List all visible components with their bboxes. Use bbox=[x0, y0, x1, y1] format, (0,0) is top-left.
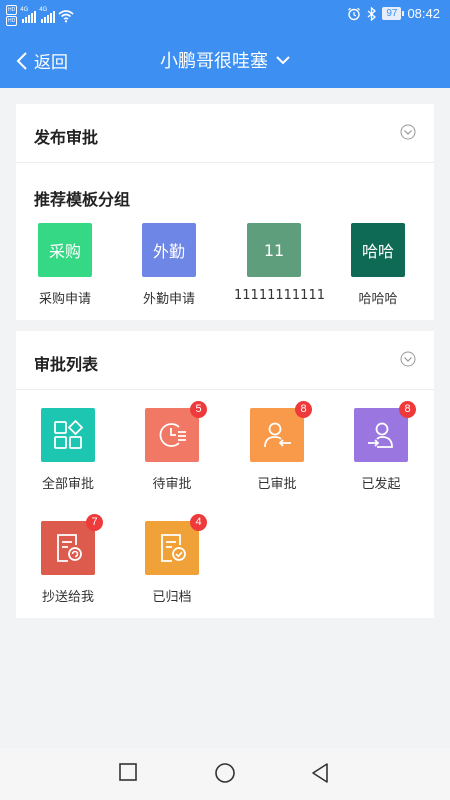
template-icon: 哈哈 bbox=[351, 223, 405, 277]
approval-item-archived[interactable]: 4 已归档 bbox=[132, 514, 212, 605]
approval-list-card: 审批列表 全部审批 5 待审批 8 已审批 8 已发起 7 抄送给我 4 已归档 bbox=[16, 331, 434, 618]
title-text: 小鹏哥很哇塞 bbox=[160, 51, 268, 72]
publish-approval-header[interactable]: 发布审批 bbox=[16, 104, 434, 163]
template-label: 11111111111 bbox=[234, 288, 325, 303]
approval-item-label: 全部审批 bbox=[41, 477, 94, 492]
approval-item-label: 已发起 bbox=[361, 477, 401, 492]
template-group-title: 推荐模板分组 bbox=[34, 190, 131, 209]
doc-check-icon: 4 bbox=[145, 514, 207, 575]
section-title: 发布审批 bbox=[34, 128, 99, 147]
clock: 08:42 bbox=[407, 6, 440, 21]
alarm-icon bbox=[348, 7, 361, 20]
approval-item-initiated[interactable]: 8 已发起 bbox=[341, 401, 421, 492]
wifi-icon bbox=[58, 9, 74, 22]
apps-grid-icon bbox=[41, 408, 95, 462]
template-icon: 11 bbox=[247, 223, 301, 277]
user-return-icon: 8 bbox=[250, 401, 312, 462]
template-item[interactable]: 11 11111111111 bbox=[234, 223, 325, 303]
battery-icon: 97 bbox=[382, 7, 405, 20]
system-nav-bar bbox=[0, 748, 450, 800]
section-title: 审批列表 bbox=[34, 355, 99, 374]
count-badge: 8 bbox=[399, 401, 416, 418]
bluetooth-icon bbox=[367, 6, 377, 21]
hd-icon: HD HD bbox=[6, 5, 18, 26]
status-bar: HD HD 4G 4G 97 08:42 bbox=[0, 0, 450, 32]
approval-item-label: 抄送给我 bbox=[41, 590, 94, 605]
publish-approval-card: 发布审批 推荐模板分组 采购 采购申请 外勤 外勤申请 11 111111111… bbox=[16, 104, 434, 320]
collapse-chevron-icon bbox=[400, 124, 416, 140]
approval-item-label: 已归档 bbox=[152, 590, 192, 605]
signal-icon: 4G bbox=[20, 7, 37, 23]
template-label: 哈哈哈 bbox=[358, 292, 398, 307]
collapse-chevron-icon bbox=[400, 351, 416, 367]
approval-item-cc[interactable]: 7 抄送给我 bbox=[28, 514, 108, 605]
template-item[interactable]: 哈哈 哈哈哈 bbox=[338, 223, 418, 307]
approval-list-header[interactable]: 审批列表 bbox=[16, 331, 434, 390]
page-title: 小鹏哥很哇塞 bbox=[0, 47, 450, 73]
count-badge: 8 bbox=[295, 401, 312, 418]
clock-list-icon: 5 bbox=[145, 401, 207, 462]
doc-cc-icon: 7 bbox=[41, 514, 103, 575]
signal-icon: 4G bbox=[39, 7, 56, 23]
recent-apps-icon[interactable] bbox=[118, 762, 138, 782]
template-label: 采购申请 bbox=[38, 292, 91, 307]
template-item[interactable]: 采购 采购申请 bbox=[25, 223, 105, 307]
user-send-icon: 8 bbox=[354, 401, 416, 462]
home-icon[interactable] bbox=[214, 762, 236, 784]
count-badge: 4 bbox=[190, 514, 207, 531]
template-item[interactable]: 外勤 外勤申请 bbox=[129, 223, 209, 307]
approval-item-approved[interactable]: 8 已审批 bbox=[237, 401, 317, 492]
chevron-down-icon bbox=[276, 55, 290, 64]
approval-item-label: 待审批 bbox=[152, 477, 192, 492]
nav-bar: 返回 小鹏哥很哇塞 bbox=[0, 32, 450, 88]
approval-item-label: 已审批 bbox=[257, 477, 297, 492]
back-triangle-icon[interactable] bbox=[310, 762, 330, 784]
network-indicators: HD HD 4G 4G bbox=[6, 5, 74, 26]
title-dropdown[interactable]: 小鹏哥很哇塞 bbox=[160, 47, 290, 73]
count-badge: 7 bbox=[86, 514, 103, 531]
approval-item-pending[interactable]: 5 待审批 bbox=[132, 401, 212, 492]
count-badge: 5 bbox=[190, 401, 207, 418]
status-right: 97 08:42 bbox=[347, 6, 440, 21]
template-icon: 外勤 bbox=[142, 223, 196, 277]
template-icon: 采购 bbox=[38, 223, 92, 277]
template-label: 外勤申请 bbox=[142, 292, 195, 307]
approval-item-all[interactable]: 全部审批 bbox=[28, 408, 108, 492]
